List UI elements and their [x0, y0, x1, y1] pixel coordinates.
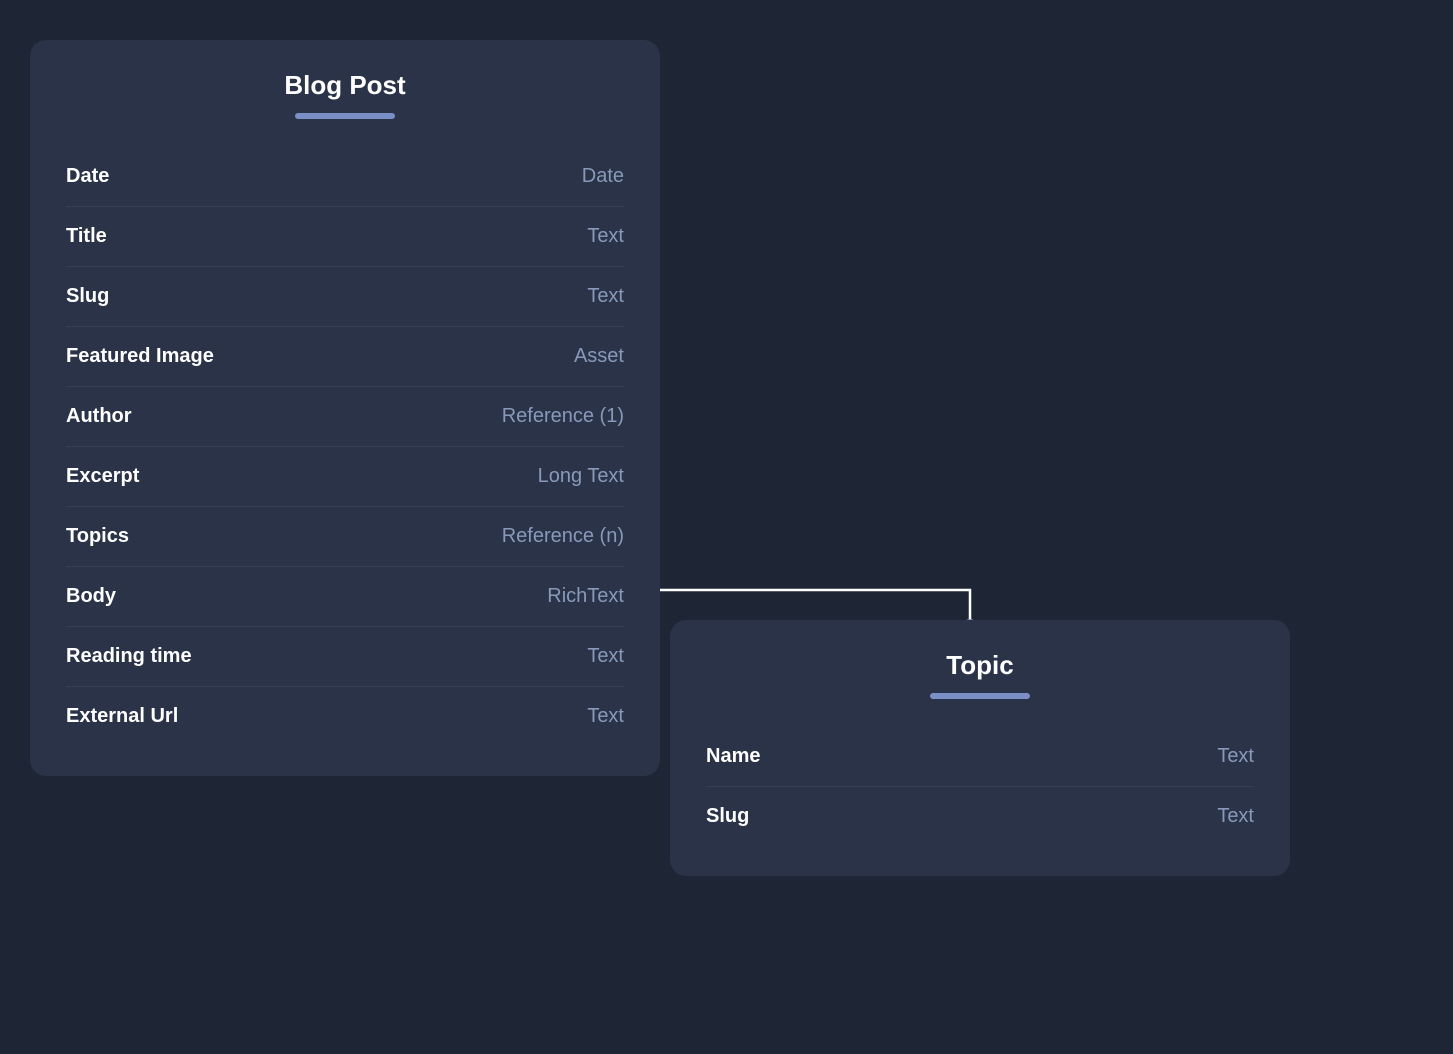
field-featured-image: Featured Image Asset — [66, 327, 624, 387]
field-type-title: Text — [587, 225, 624, 248]
field-type-external-url: Text — [587, 705, 624, 728]
topic-card: Topic Name Text Slug Text — [670, 620, 1290, 876]
blog-post-card: Blog Post Date Date Title Text Slug Text… — [30, 40, 660, 776]
field-topics: Topics Reference (n) — [66, 507, 624, 567]
field-name-topics: Topics — [66, 525, 129, 548]
field-type-author: Reference (1) — [502, 405, 624, 428]
field-type-excerpt: Long Text — [538, 465, 624, 488]
blog-post-underline — [295, 113, 395, 119]
topic-field-slug: Slug Text — [706, 787, 1254, 846]
field-reading-time: Reading time Text — [66, 627, 624, 687]
field-name-body: Body — [66, 585, 116, 608]
field-type-slug: Text — [587, 285, 624, 308]
field-type-date: Date — [582, 165, 624, 188]
field-type-body: RichText — [547, 585, 624, 608]
blog-post-title: Blog Post — [66, 70, 624, 101]
field-slug: Slug Text — [66, 267, 624, 327]
field-external-url: External Url Text — [66, 687, 624, 746]
field-author: Author Reference (1) — [66, 387, 624, 447]
field-type-reading-time: Text — [587, 645, 624, 668]
topic-title: Topic — [706, 650, 1254, 681]
field-name-external-url: External Url — [66, 705, 178, 728]
field-name-date: Date — [66, 165, 109, 188]
field-name-title: Title — [66, 225, 107, 248]
field-type-featured-image: Asset — [574, 345, 624, 368]
field-title: Title Text — [66, 207, 624, 267]
topic-field-name: Name Text — [706, 727, 1254, 787]
topic-field-name-label: Name — [706, 745, 760, 768]
field-excerpt: Excerpt Long Text — [66, 447, 624, 507]
topic-underline — [930, 693, 1030, 699]
topic-field-slug-type: Text — [1217, 805, 1254, 828]
field-type-topics: Reference (n) — [502, 525, 624, 548]
field-name-excerpt: Excerpt — [66, 465, 139, 488]
topic-field-slug-label: Slug — [706, 805, 749, 828]
field-body: Body RichText — [66, 567, 624, 627]
field-name-reading-time: Reading time — [66, 645, 192, 668]
field-name-slug: Slug — [66, 285, 109, 308]
canvas: Blog Post Date Date Title Text Slug Text… — [0, 0, 1453, 1054]
field-name-featured-image: Featured Image — [66, 345, 214, 368]
topic-field-name-type: Text — [1217, 745, 1254, 768]
field-date: Date Date — [66, 147, 624, 207]
field-name-author: Author — [66, 405, 132, 428]
